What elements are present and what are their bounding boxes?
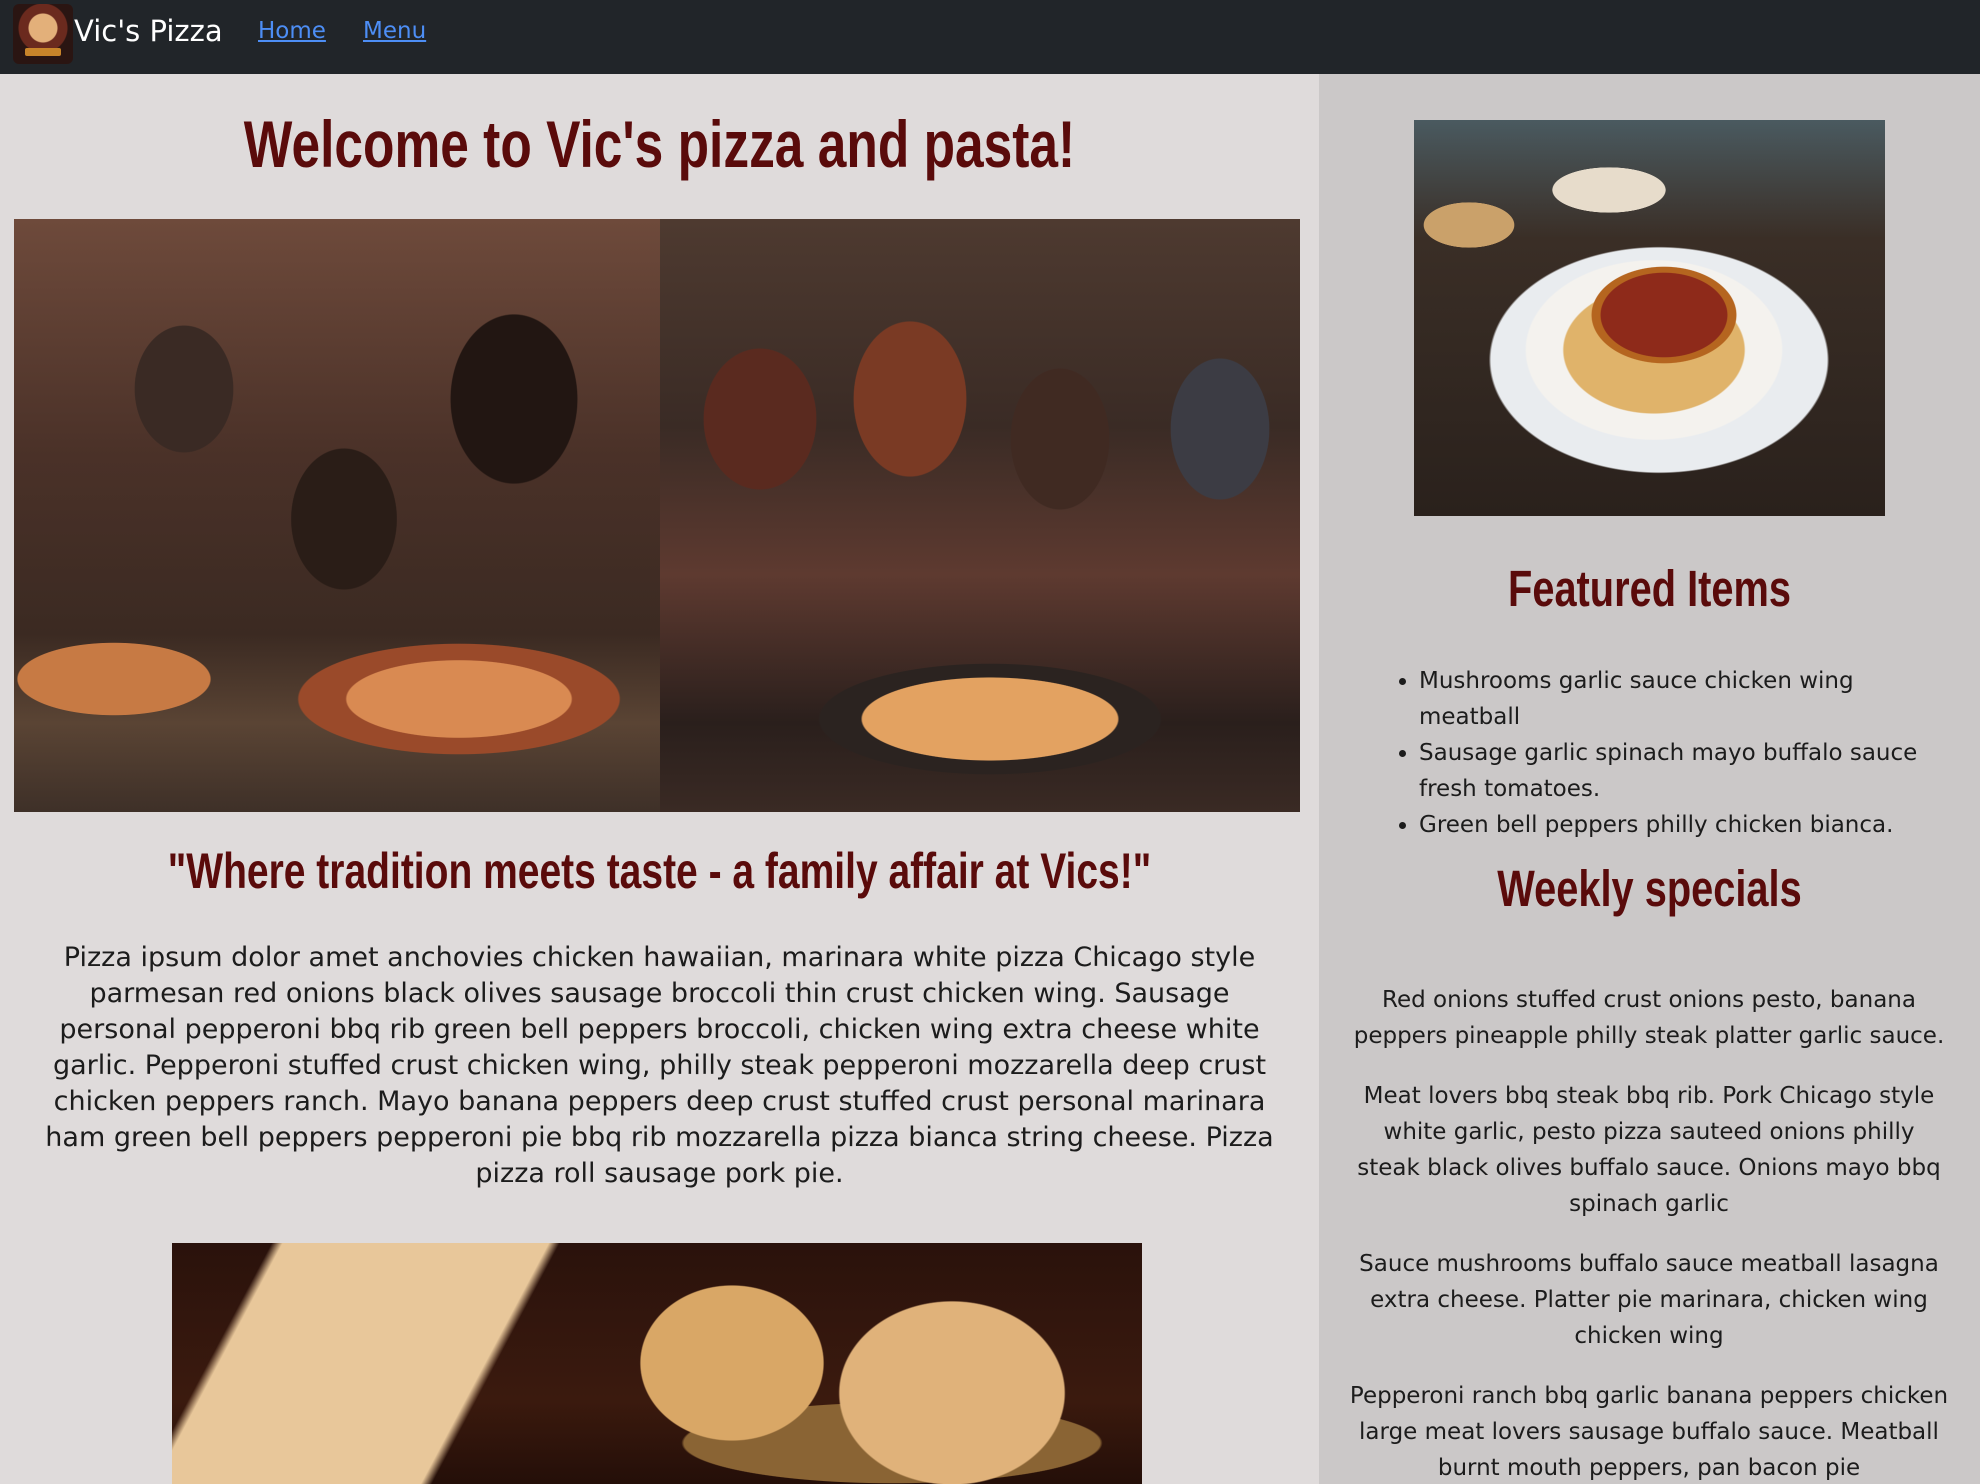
featured-items-title: Featured Items xyxy=(1508,560,1791,617)
weekly-specials-title: Weekly specials xyxy=(1497,860,1802,917)
nav-link-home[interactable]: Home xyxy=(258,18,326,44)
featured-items-list: Mushrooms garlic sauce chicken wing meat… xyxy=(1399,663,1959,843)
welcome-title: Welcome to Vic's pizza and pasta! xyxy=(243,107,1076,181)
tagline: "Where tradition meets taste - a family … xyxy=(167,843,1152,899)
sidebar: Featured Items Mushrooms garlic sauce ch… xyxy=(1319,74,1980,1484)
spaghetti-image xyxy=(1414,120,1885,516)
list-item: Sausage garlic spinach mayo buffalo sauc… xyxy=(1419,735,1959,807)
navbar: Vic's Pizza Home Menu xyxy=(0,0,1980,74)
hero-image xyxy=(14,219,1300,812)
special-item: Meat lovers bbq steak bbq rib. Pork Chic… xyxy=(1357,1083,1941,1217)
list-item: Mushrooms garlic sauce chicken wing meat… xyxy=(1419,663,1959,735)
hero-family-photo-left xyxy=(14,219,660,812)
main-content: Welcome to Vic's pizza and pasta! "Where… xyxy=(0,74,1319,1484)
list-item: Green bell peppers philly chicken bianca… xyxy=(1419,807,1959,843)
special-item: Pepperoni ranch bbq garlic banana pepper… xyxy=(1349,1383,1949,1481)
special-item: Red onions stuffed crust onions pesto, b… xyxy=(1353,987,1945,1049)
pizza-logo-icon[interactable] xyxy=(13,4,73,64)
special-item: Sauce mushrooms buffalo sauce meatball l… xyxy=(1359,1251,1939,1349)
bread-basket-image xyxy=(172,1243,1142,1484)
nav-link-menu[interactable]: Menu xyxy=(363,18,426,44)
hero-family-photo-right xyxy=(660,219,1300,812)
intro-paragraph: Pizza ipsum dolor amet anchovies chicken… xyxy=(45,942,1274,1189)
brand-name[interactable]: Vic's Pizza xyxy=(74,14,223,48)
